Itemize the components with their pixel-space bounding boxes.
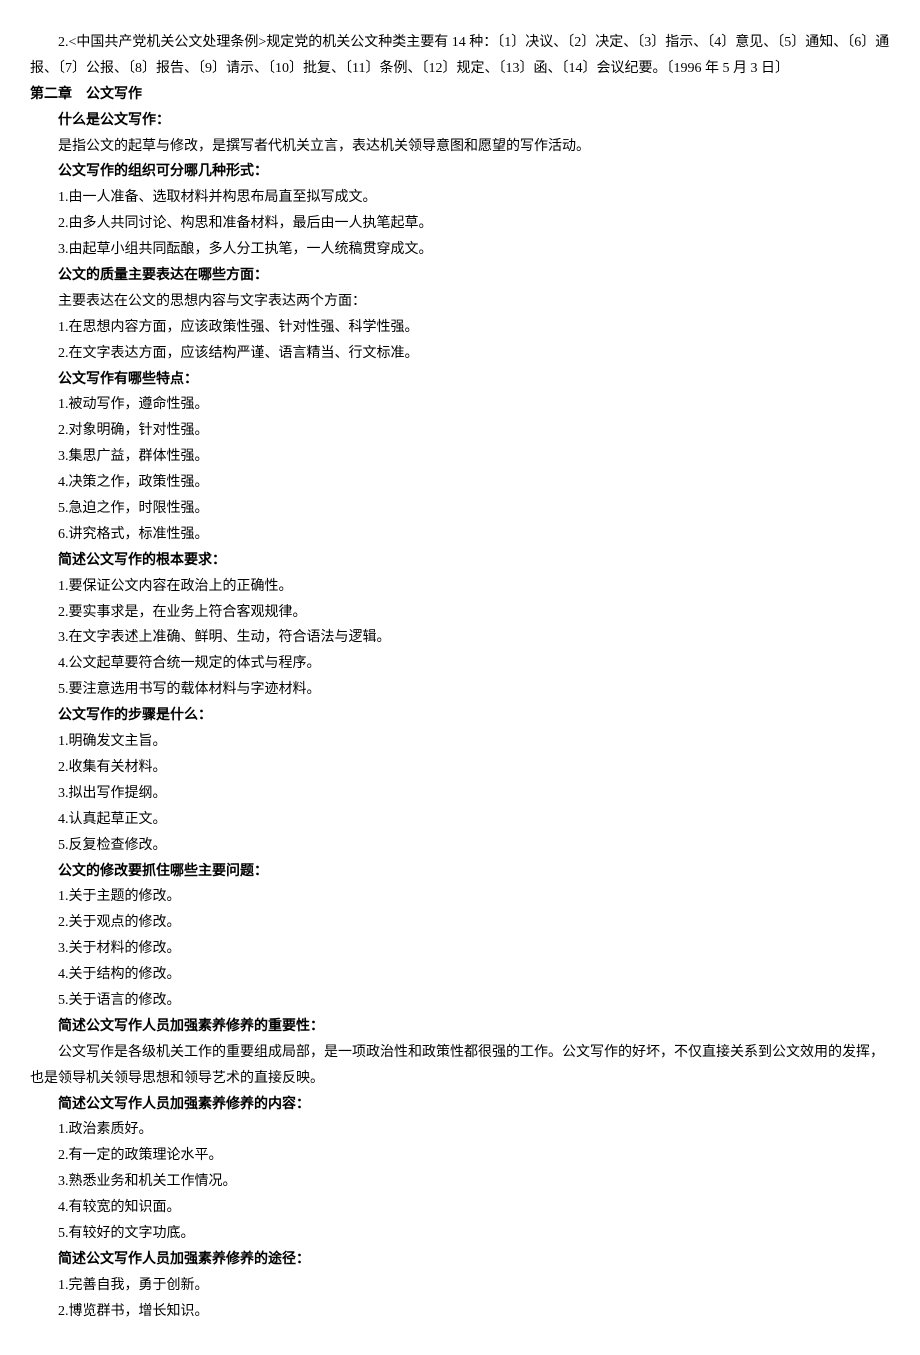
list-item: 2.关于观点的修改。	[30, 910, 890, 936]
list-item: 5.有较好的文字功底。	[30, 1221, 890, 1247]
list-item: 2.博览群书，增长知识。	[30, 1299, 890, 1325]
heading-revision: 公文的修改要抓住哪些主要问题：	[30, 859, 890, 885]
list-item: 5.急迫之作，时限性强。	[30, 496, 890, 522]
list-item: 3.关于材料的修改。	[30, 936, 890, 962]
list-item: 4.有较宽的知识面。	[30, 1195, 890, 1221]
list-item: 3.熟悉业务和机关工作情况。	[30, 1169, 890, 1195]
heading-features: 公文写作有哪些特点：	[30, 367, 890, 393]
list-item: 3.集思广益，群体性强。	[30, 444, 890, 470]
list-item: 1.在思想内容方面，应该政策性强、针对性强、科学性强。	[30, 315, 890, 341]
list-item: 3.由起草小组共同酝酿，多人分工执笔，一人统稿贯穿成文。	[30, 237, 890, 263]
heading-org-forms: 公文写作的组织可分哪几种形式：	[30, 159, 890, 185]
list-item: 5.反复检查修改。	[30, 833, 890, 859]
list-item: 1.由一人准备、选取材料并构思布局直至拟写成文。	[30, 185, 890, 211]
list-item: 1.明确发文主旨。	[30, 729, 890, 755]
list-item: 6.讲究格式，标准性强。	[30, 522, 890, 548]
list-item: 2.收集有关材料。	[30, 755, 890, 781]
list-item: 2.在文字表达方面，应该结构严谨、语言精当、行文标准。	[30, 341, 890, 367]
body-text: 是指公文的起草与修改，是撰写者代机关立言，表达机关领导意图和愿望的写作活动。	[30, 134, 890, 160]
list-item: 2.要实事求是，在业务上符合客观规律。	[30, 600, 890, 626]
list-item: 1.政治素质好。	[30, 1117, 890, 1143]
heading-steps: 公文写作的步骤是什么：	[30, 703, 890, 729]
heading-basic-req: 简述公文写作的根本要求：	[30, 548, 890, 574]
list-item: 1.完善自我，勇于创新。	[30, 1273, 890, 1299]
list-item: 3.在文字表述上准确、鲜明、生动，符合语法与逻辑。	[30, 625, 890, 651]
list-item: 4.公文起草要符合统一规定的体式与程序。	[30, 651, 890, 677]
heading-what-is-writing: 什么是公文写作：	[30, 108, 890, 134]
intro-paragraph: 2.<中国共产党机关公文处理条例>规定党的机关公文种类主要有 14 种：〔1〕决…	[30, 30, 890, 82]
list-item: 4.关于结构的修改。	[30, 962, 890, 988]
list-item: 4.认真起草正文。	[30, 807, 890, 833]
heading-ways: 简述公文写作人员加强素养修养的途径：	[30, 1247, 890, 1273]
list-item: 5.关于语言的修改。	[30, 988, 890, 1014]
heading-quality: 公文的质量主要表达在哪些方面：	[30, 263, 890, 289]
list-item: 1.要保证公文内容在政治上的正确性。	[30, 574, 890, 600]
body-text: 主要表达在公文的思想内容与文字表达两个方面：	[30, 289, 890, 315]
list-item: 2.由多人共同讨论、构思和准备材料，最后由一人执笔起草。	[30, 211, 890, 237]
list-item: 4.决策之作，政策性强。	[30, 470, 890, 496]
heading-importance: 简述公文写作人员加强素养修养的重要性：	[30, 1014, 890, 1040]
list-item: 2.对象明确，针对性强。	[30, 418, 890, 444]
heading-content: 简述公文写作人员加强素养修养的内容：	[30, 1092, 890, 1118]
list-item: 2.有一定的政策理论水平。	[30, 1143, 890, 1169]
list-item: 1.被动写作，遵命性强。	[30, 392, 890, 418]
chapter-2-title: 第二章 公文写作	[30, 82, 890, 108]
list-item: 1.关于主题的修改。	[30, 884, 890, 910]
list-item: 3.拟出写作提纲。	[30, 781, 890, 807]
list-item: 5.要注意选用书写的载体材料与字迹材料。	[30, 677, 890, 703]
body-text: 公文写作是各级机关工作的重要组成局部，是一项政治性和政策性都很强的工作。公文写作…	[30, 1040, 890, 1092]
